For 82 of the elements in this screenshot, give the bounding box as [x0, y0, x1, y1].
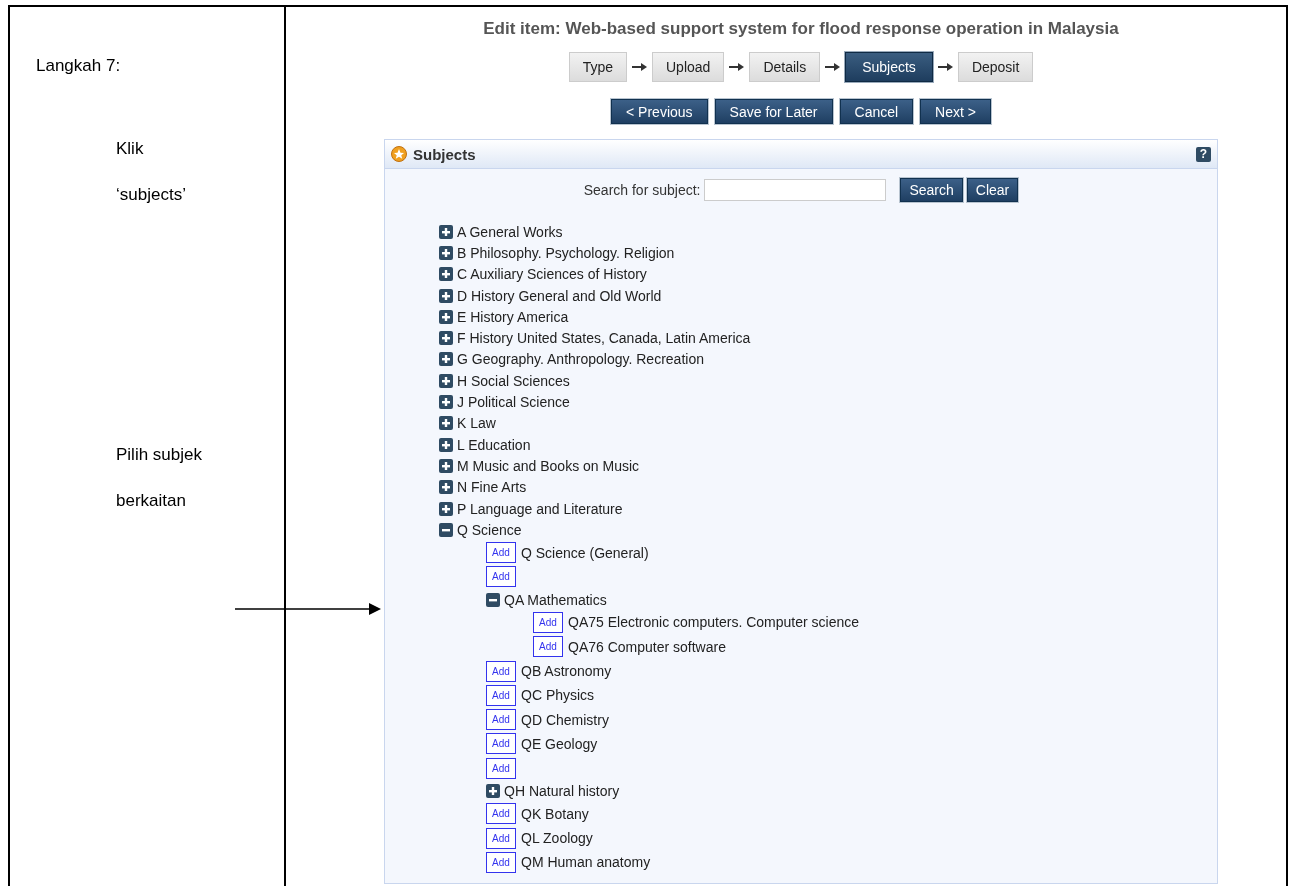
subject-label: QD Chemistry	[521, 711, 609, 728]
subject-label: K Law	[457, 415, 496, 432]
expand-icon[interactable]	[439, 416, 453, 431]
add-button[interactable]: Add	[486, 566, 516, 588]
instruction-text: Klik	[116, 138, 145, 160]
subject-label: Q Science (General)	[521, 544, 649, 561]
add-button[interactable]: Add	[533, 612, 563, 633]
expand-icon[interactable]	[439, 309, 453, 324]
subject-label: QA Mathematics	[504, 591, 607, 608]
subject-label: N Fine Arts	[457, 479, 527, 496]
add-button[interactable]: Add	[486, 660, 516, 682]
arrow-icon	[729, 61, 745, 73]
nav-button[interactable]: Cancel	[839, 99, 914, 124]
instruction-text: Pilih subjek	[116, 444, 203, 466]
subject-label: D History General and Old World	[457, 287, 662, 304]
subject-label: QL Zoology	[521, 830, 593, 847]
nav-button[interactable]: Next >	[920, 99, 991, 124]
subject-label: A General Works	[457, 223, 563, 240]
expand-icon[interactable]	[439, 245, 453, 260]
subject-label: L Education	[457, 436, 531, 453]
search-field[interactable]	[704, 179, 887, 201]
subject-label: QC Physics	[521, 687, 595, 704]
subject-label: E History America	[457, 308, 569, 325]
collapse-icon[interactable]	[486, 592, 500, 607]
search-label: Search for subject:	[583, 182, 701, 198]
add-button[interactable]: Add	[486, 542, 516, 564]
expand-icon[interactable]	[439, 288, 453, 303]
expand-icon[interactable]	[486, 784, 500, 799]
subject-label: H Social Sciences	[457, 372, 570, 389]
help-button[interactable]: ?	[1196, 146, 1211, 162]
arrow-icon	[937, 61, 953, 73]
collapse-icon[interactable]	[439, 522, 453, 537]
add-button[interactable]: Add	[486, 709, 516, 731]
subject-label: QE Geology	[521, 735, 598, 752]
subject-label: QH Natural history	[504, 783, 620, 800]
arrow-icon	[632, 61, 647, 73]
add-button[interactable]: Add	[486, 803, 516, 825]
expand-icon[interactable]	[439, 395, 453, 409]
subject-label: QM Human anatomy	[521, 854, 651, 871]
subject-label: P Language and Literature	[457, 500, 623, 517]
add-button[interactable]: Add	[486, 733, 516, 755]
step-tab[interactable]: Type	[568, 52, 627, 82]
expand-icon[interactable]	[439, 352, 453, 367]
expand-icon[interactable]	[439, 437, 453, 452]
subject-label: C Auxiliary Sciences of History	[457, 266, 647, 283]
subject-label: QA76 Computer software	[568, 638, 726, 655]
panel-title: Subjects	[413, 145, 477, 163]
search-button[interactable]: Search	[900, 178, 963, 202]
expand-icon[interactable]	[439, 331, 453, 346]
subject-label: F History United States, Canada, Latin America	[457, 330, 751, 347]
add-button[interactable]: Add	[533, 636, 563, 658]
add-button[interactable]: Add	[486, 851, 516, 873]
step-tab[interactable]: Deposit	[957, 52, 1034, 82]
subject-label: QK Botany	[521, 805, 589, 822]
add-button[interactable]: Add	[486, 684, 516, 706]
subject-label: J Political Science	[457, 394, 570, 410]
instruction-text: ‘subjects’	[116, 184, 187, 206]
step-tab[interactable]: Subjects	[845, 52, 933, 82]
step-heading: Langkah 7:	[36, 56, 122, 76]
add-button[interactable]: Add	[486, 757, 516, 779]
subject-label: G Geography. Anthropology. Recreation	[457, 351, 704, 368]
subject-label: QB Astronomy	[521, 663, 612, 680]
subject-label: B Philosophy. Psychology. Religion	[457, 244, 675, 261]
star-icon	[391, 146, 407, 162]
instruction-text: berkaitan	[116, 490, 187, 512]
nav-button[interactable]: < Previous	[611, 99, 708, 124]
page-title: Edit item: Web-based support system for flood response operation in Malaysia	[483, 19, 1119, 40]
expand-icon[interactable]	[439, 224, 453, 239]
subject-label: M Music and Books on Music	[457, 457, 640, 474]
subject-label: QA75 Electronic computers. Computer science	[568, 614, 859, 631]
expand-icon[interactable]	[439, 458, 453, 473]
nav-button[interactable]: Save for Later	[714, 99, 833, 124]
expand-icon[interactable]	[439, 480, 453, 495]
step-tab[interactable]: Details	[749, 52, 821, 82]
expand-icon[interactable]	[439, 267, 453, 282]
expand-icon[interactable]	[439, 501, 453, 516]
arrow-icon	[825, 61, 841, 73]
subject-label: Q Science	[457, 521, 522, 538]
add-button[interactable]: Add	[486, 827, 516, 849]
expand-icon[interactable]	[439, 373, 453, 388]
search-button[interactable]: Clear	[966, 178, 1019, 202]
step-tab[interactable]: Upload	[652, 52, 725, 82]
